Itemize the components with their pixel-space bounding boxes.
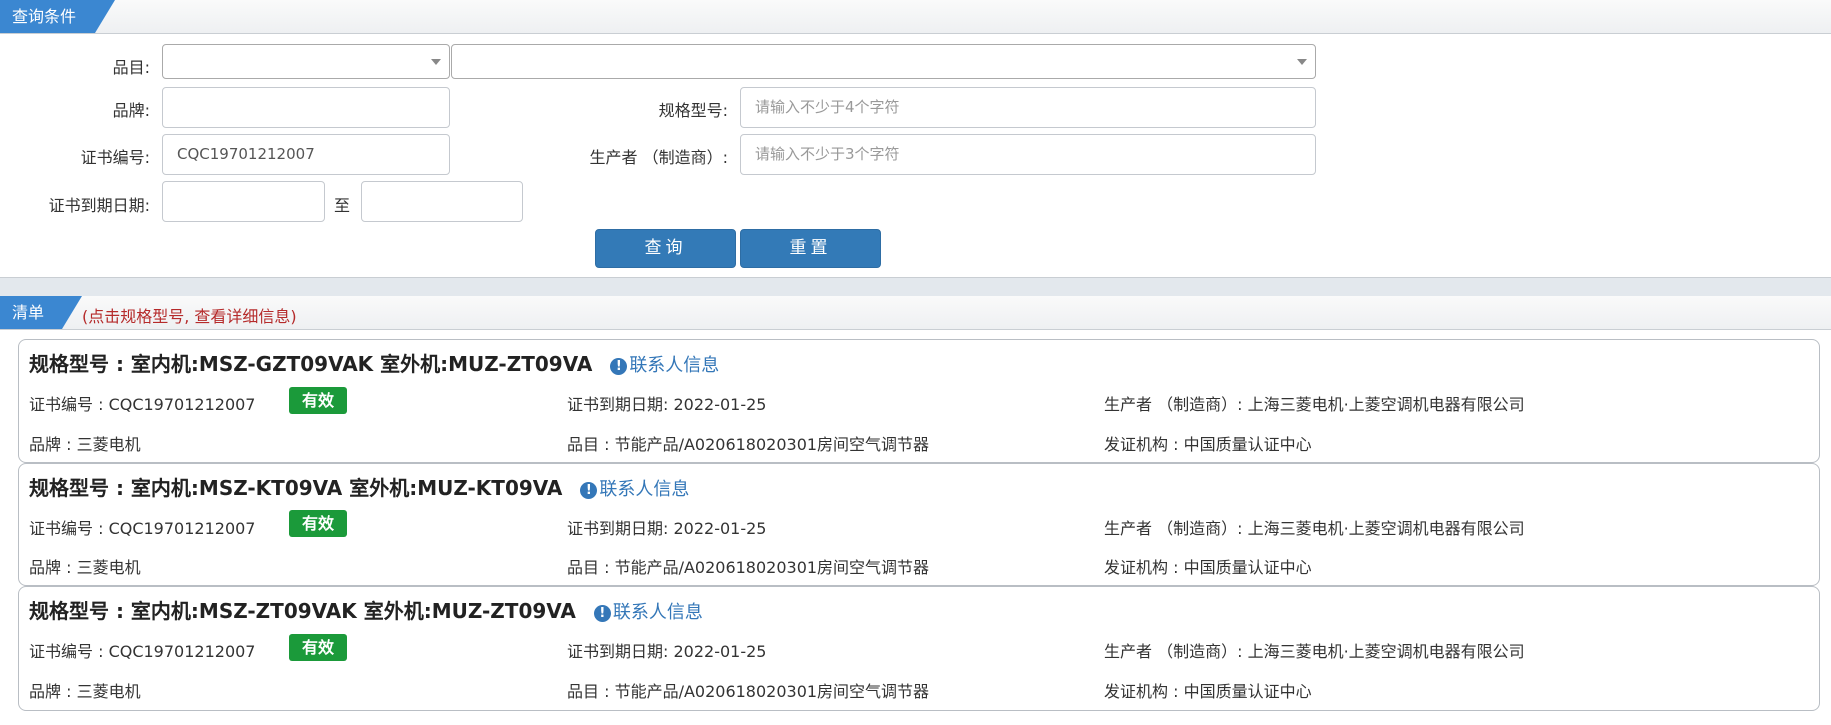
card-title: 规格型号 : 室内机:MSZ-KT09VA 室外机:MUZ-KT09VA! 联系人… bbox=[29, 472, 689, 501]
list-panel-title: 清单 bbox=[0, 296, 82, 329]
category: 品目 : 节能产品/A020618020301房间空气调节器 bbox=[567, 682, 930, 701]
manufacturer-label: 生产者 （制造商）: bbox=[589, 148, 728, 167]
expiry-label: 证书到期日期: bbox=[48, 196, 150, 215]
category-sub-select[interactable] bbox=[451, 44, 1316, 79]
issuer: 发证机构 : 中国质量认证中心 bbox=[1104, 435, 1312, 454]
model-link[interactable]: 规格型号 : 室内机:MSZ-KT09VA 室外机:MUZ-KT09VA bbox=[29, 476, 562, 500]
brand-input[interactable] bbox=[162, 87, 450, 128]
category-main-select[interactable] bbox=[162, 44, 450, 79]
expiry-date: 证书到期日期: 2022-01-25 bbox=[567, 642, 767, 661]
info-icon: ! bbox=[610, 358, 628, 375]
card-title: 规格型号 : 室内机:MSZ-ZT09VAK 室外机:MUZ-ZT09VA! 联系… bbox=[29, 595, 703, 624]
contact-label: 联系人信息 bbox=[599, 479, 690, 500]
manufacturer-input[interactable]: 请输入不少于3个字符 bbox=[740, 134, 1316, 175]
info-icon: ! bbox=[593, 605, 611, 622]
section-divider bbox=[0, 277, 1831, 296]
brand: 品牌 : 三菱电机 bbox=[29, 682, 141, 701]
contact-label: 联系人信息 bbox=[612, 602, 703, 623]
model-link[interactable]: 规格型号 : 室内机:MSZ-ZT09VAK 室外机:MUZ-ZT09VA bbox=[29, 599, 576, 623]
query-panel-header: 查询条件 bbox=[0, 0, 1831, 34]
contact-info-link[interactable]: ! 联系人信息 bbox=[593, 602, 703, 623]
manufacturer: 生产者 （制造商）: 上海三菱电机·上菱空调机电器有限公司 bbox=[1104, 642, 1525, 661]
expiry-date: 证书到期日期: 2022-01-25 bbox=[567, 395, 767, 414]
expiry-to-input[interactable] bbox=[361, 181, 523, 222]
brand-label: 品牌: bbox=[112, 101, 150, 120]
contact-label: 联系人信息 bbox=[629, 355, 720, 376]
list-item: 规格型号 : 室内机:MSZ-ZT09VAK 室外机:MUZ-ZT09VA! 联系… bbox=[18, 586, 1820, 711]
cert-no: 证书编号 : CQC19701212007 bbox=[29, 519, 256, 538]
list-item: 规格型号 : 室内机:MSZ-KT09VA 室外机:MUZ-KT09VA! 联系人… bbox=[18, 463, 1820, 586]
list-hint: (点击规格型号, 查看详细信息) bbox=[82, 307, 297, 326]
issuer: 发证机构 : 中国质量认证中心 bbox=[1104, 558, 1312, 577]
status-badge: 有效 bbox=[289, 510, 347, 537]
brand: 品牌 : 三菱电机 bbox=[29, 558, 141, 577]
cert-no-label: 证书编号: bbox=[80, 148, 150, 167]
contact-info-link[interactable]: ! 联系人信息 bbox=[580, 479, 689, 500]
card-title: 规格型号 : 室内机:MSZ-GZT09VAK 室外机:MUZ-ZT09VA! 联… bbox=[29, 348, 719, 377]
cert-no: 证书编号 : CQC19701212007 bbox=[29, 395, 256, 414]
category-label: 品目: bbox=[112, 58, 150, 77]
chevron-down-icon bbox=[1297, 59, 1307, 65]
manufacturer: 生产者 （制造商）: 上海三菱电机·上菱空调机电器有限公司 bbox=[1104, 395, 1525, 414]
status-badge: 有效 bbox=[289, 634, 347, 661]
model-label: 规格型号: bbox=[658, 101, 728, 120]
expiry-date: 证书到期日期: 2022-01-25 bbox=[567, 519, 767, 538]
contact-info-link[interactable]: ! 联系人信息 bbox=[610, 355, 719, 376]
manufacturer: 生产者 （制造商）: 上海三菱电机·上菱空调机电器有限公司 bbox=[1104, 519, 1525, 538]
status-badge: 有效 bbox=[289, 387, 347, 414]
category: 品目 : 节能产品/A020618020301房间空气调节器 bbox=[567, 435, 930, 454]
list-item: 规格型号 : 室内机:MSZ-GZT09VAK 室外机:MUZ-ZT09VA! 联… bbox=[18, 339, 1820, 463]
cert-no-input[interactable]: CQC19701212007 bbox=[162, 134, 450, 175]
query-panel-title: 查询条件 bbox=[0, 0, 115, 33]
cert-no: 证书编号 : CQC19701212007 bbox=[29, 642, 256, 661]
model-link[interactable]: 规格型号 : 室内机:MSZ-GZT09VAK 室外机:MUZ-ZT09VA bbox=[29, 352, 592, 376]
chevron-down-icon bbox=[431, 59, 441, 65]
expiry-to-label: 至 bbox=[333, 196, 350, 215]
category: 品目 : 节能产品/A020618020301房间空气调节器 bbox=[567, 558, 930, 577]
expiry-from-input[interactable] bbox=[162, 181, 325, 222]
model-input[interactable]: 请输入不少于4个字符 bbox=[740, 87, 1316, 128]
search-button[interactable]: 查询 bbox=[595, 229, 736, 268]
issuer: 发证机构 : 中国质量认证中心 bbox=[1104, 682, 1312, 701]
brand: 品牌 : 三菱电机 bbox=[29, 435, 141, 454]
info-icon: ! bbox=[580, 482, 598, 499]
reset-button[interactable]: 重置 bbox=[740, 229, 881, 268]
